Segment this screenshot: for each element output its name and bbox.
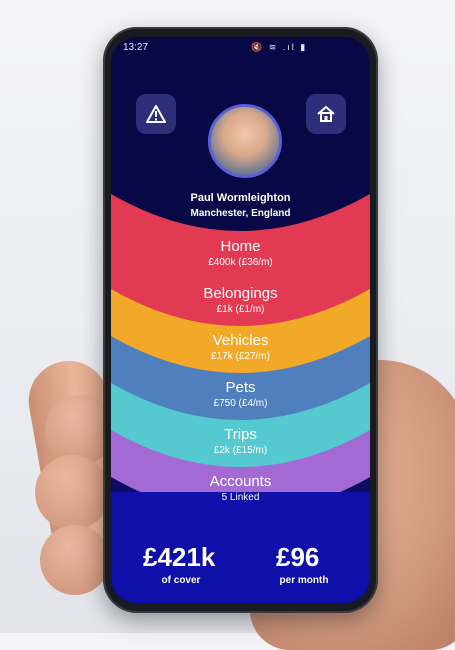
- category-pets-label: Pets: [225, 379, 256, 396]
- avatar[interactable]: [208, 104, 282, 178]
- phone-device: 13:27 🔇 ≋ .ıl ▮ Paul Wormleighton Manche…: [103, 27, 378, 613]
- home-icon[interactable]: [306, 94, 346, 134]
- category-trips-value: £2k (£15/m): [213, 445, 268, 456]
- warning-triangle-icon[interactable]: [136, 94, 176, 134]
- category-vehicles-label: Vehicles: [212, 332, 269, 349]
- cover-total: £421k: [143, 542, 216, 572]
- category-belongings-label: Belongings: [203, 285, 278, 302]
- category-pets-value: £750 (£4/m): [213, 398, 268, 409]
- category-trips-label: Trips: [224, 426, 257, 443]
- category-home-label: Home: [220, 238, 261, 255]
- category-belongings-value: £1k (£1/m): [216, 304, 265, 315]
- profile-name: Paul Wormleighton: [190, 192, 291, 204]
- monthly-label: per month: [279, 575, 329, 586]
- profile-location: Manchester, England: [190, 208, 291, 219]
- status-time: 13:27: [123, 42, 149, 53]
- category-home-value: £400k (£36/m): [208, 257, 273, 268]
- hand-finger: [40, 525, 110, 595]
- cover-label: of cover: [161, 575, 201, 586]
- monthly-total: £96: [276, 542, 320, 572]
- category-accounts-label: Accounts: [209, 473, 272, 490]
- hand-finger: [35, 455, 110, 530]
- status-bar: 13:27 🔇 ≋ .ıl ▮: [111, 37, 370, 59]
- category-accounts-value: 5 Linked: [221, 492, 260, 503]
- category-vehicles-value: £17k (£27/m): [211, 351, 270, 362]
- status-icons: 🔇 ≋ .ıl ▮: [251, 42, 308, 52]
- app-screen: 13:27 🔇 ≋ .ıl ▮ Paul Wormleighton Manche…: [111, 37, 370, 603]
